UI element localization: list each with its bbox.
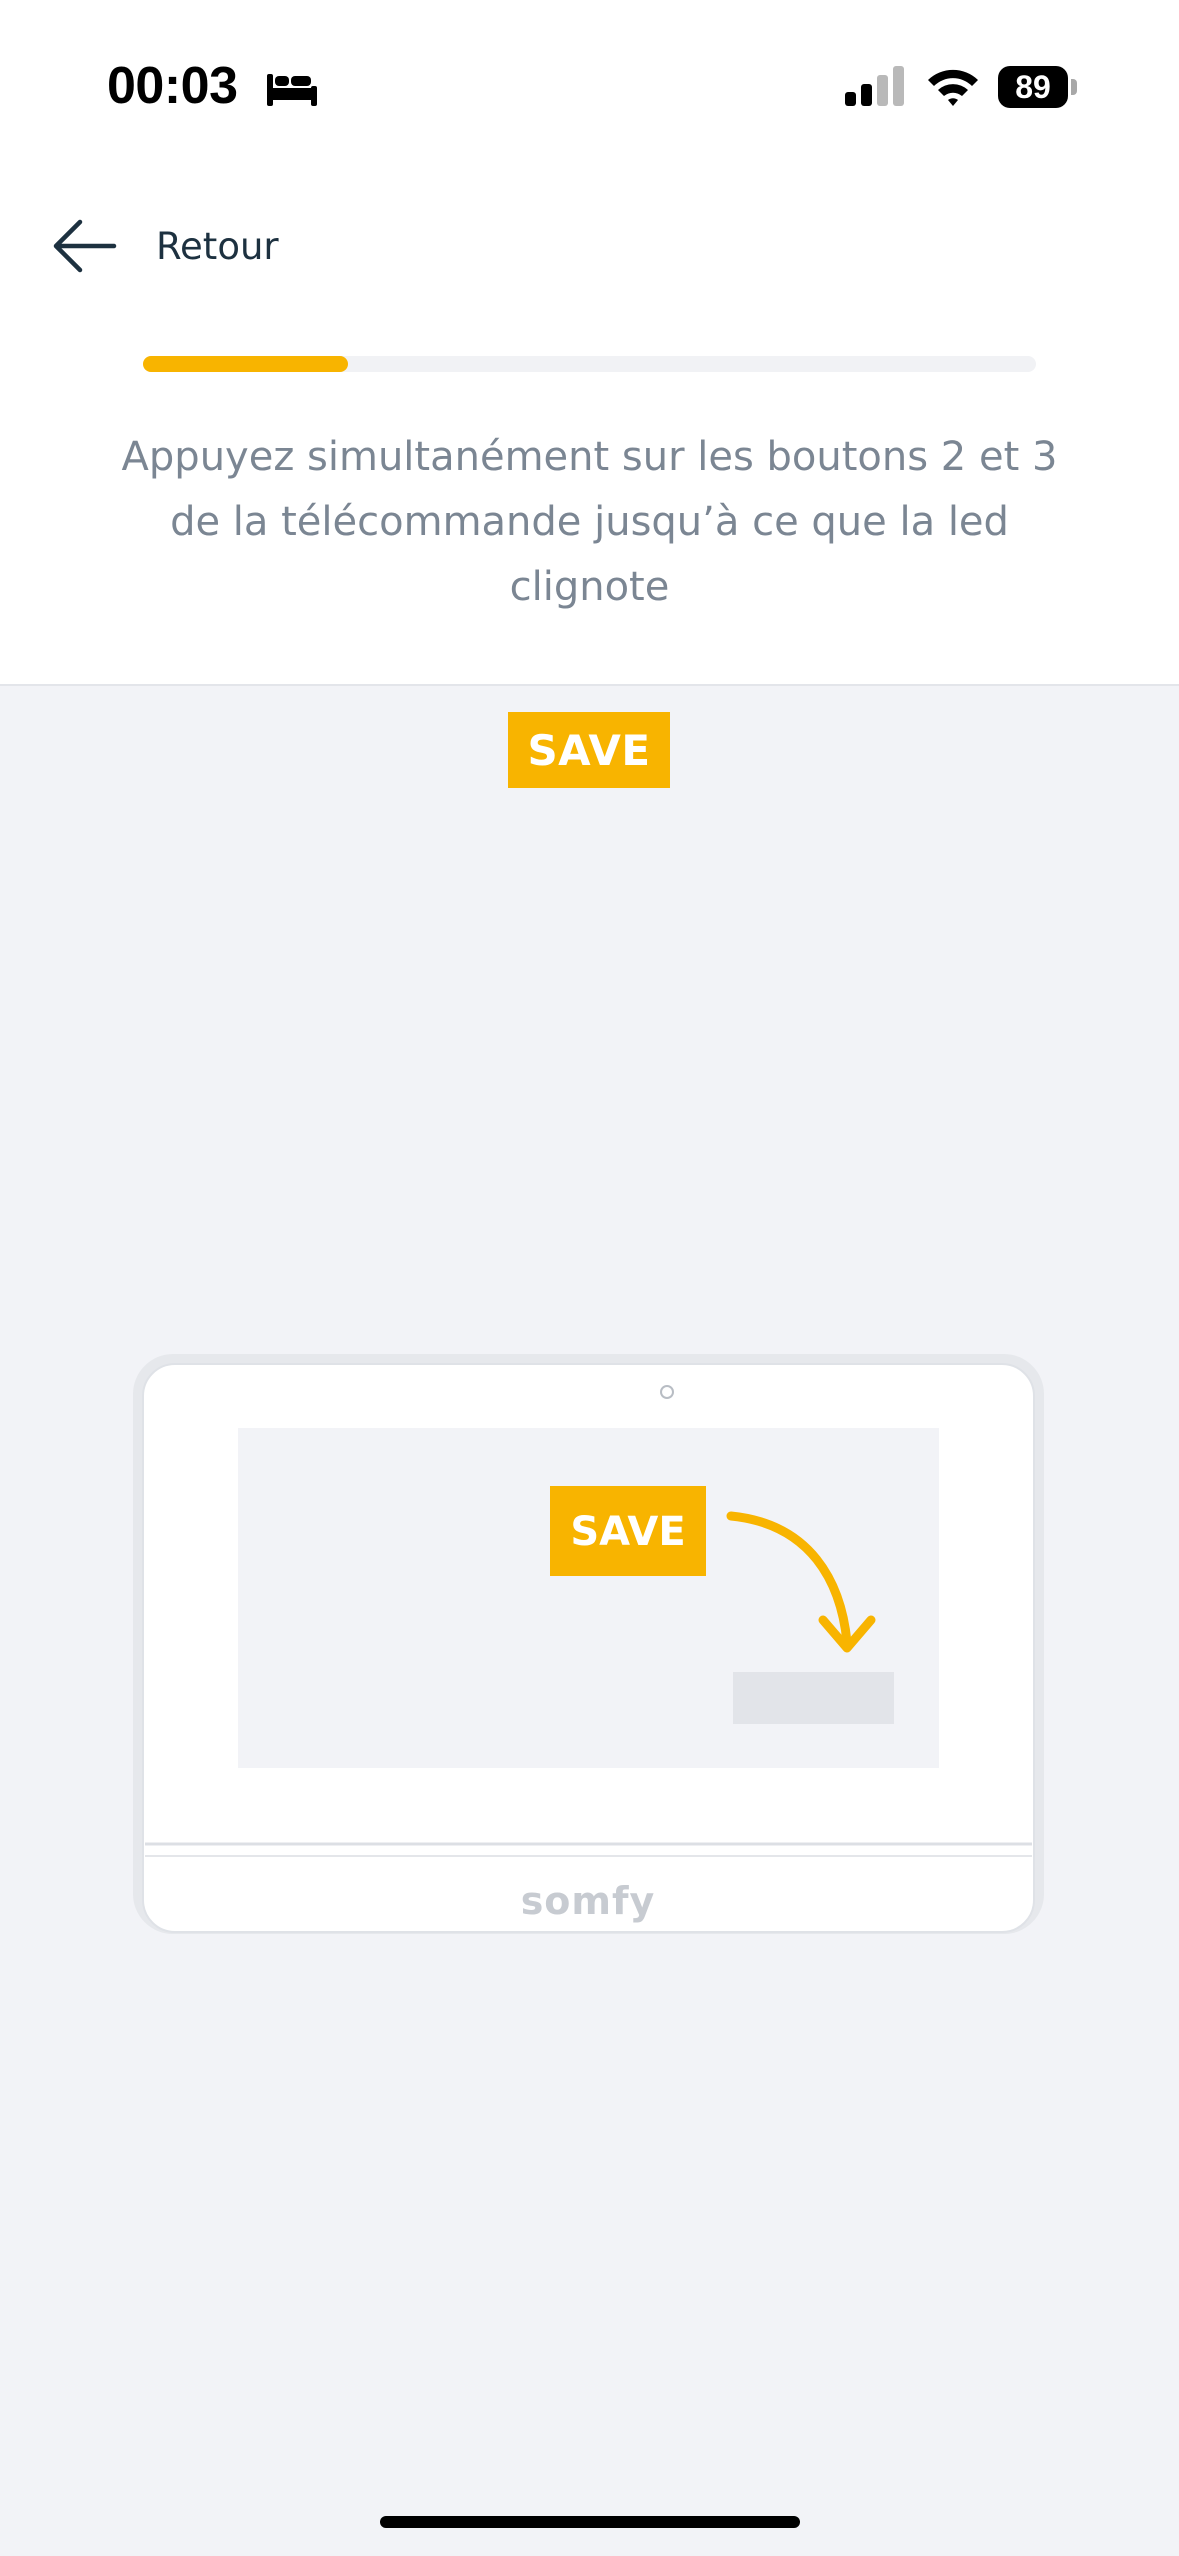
- device-illustration: SAVE somfy: [133, 1354, 1044, 1934]
- progress-fill: [143, 356, 349, 372]
- wifi-icon: [928, 69, 978, 106]
- arrow-left-icon: [53, 219, 117, 273]
- bed-icon: [267, 74, 317, 106]
- cellular-signal-icon: [845, 66, 904, 106]
- battery-level: 89: [1015, 69, 1051, 105]
- progress-bar: [143, 356, 1036, 372]
- status-time: 00:03: [107, 57, 238, 115]
- back-label: Retour: [156, 224, 279, 268]
- screen-save-badge: SAVE: [570, 1509, 685, 1555]
- save-badge: SAVE: [508, 712, 670, 788]
- status-bar: 00:03 89: [0, 0, 1179, 130]
- instruction-text: Appuyez simultanément sur les boutons 2 …: [121, 434, 1058, 610]
- back-button[interactable]: Retour: [50, 206, 310, 286]
- header-panel: 00:03 89 Retour Appuyez simultanément su…: [0, 0, 1179, 686]
- battery-icon: 89: [998, 66, 1078, 108]
- home-indicator: [380, 2516, 800, 2528]
- screen-button: [733, 1672, 894, 1724]
- somfy-logo: somfy: [521, 1879, 656, 1923]
